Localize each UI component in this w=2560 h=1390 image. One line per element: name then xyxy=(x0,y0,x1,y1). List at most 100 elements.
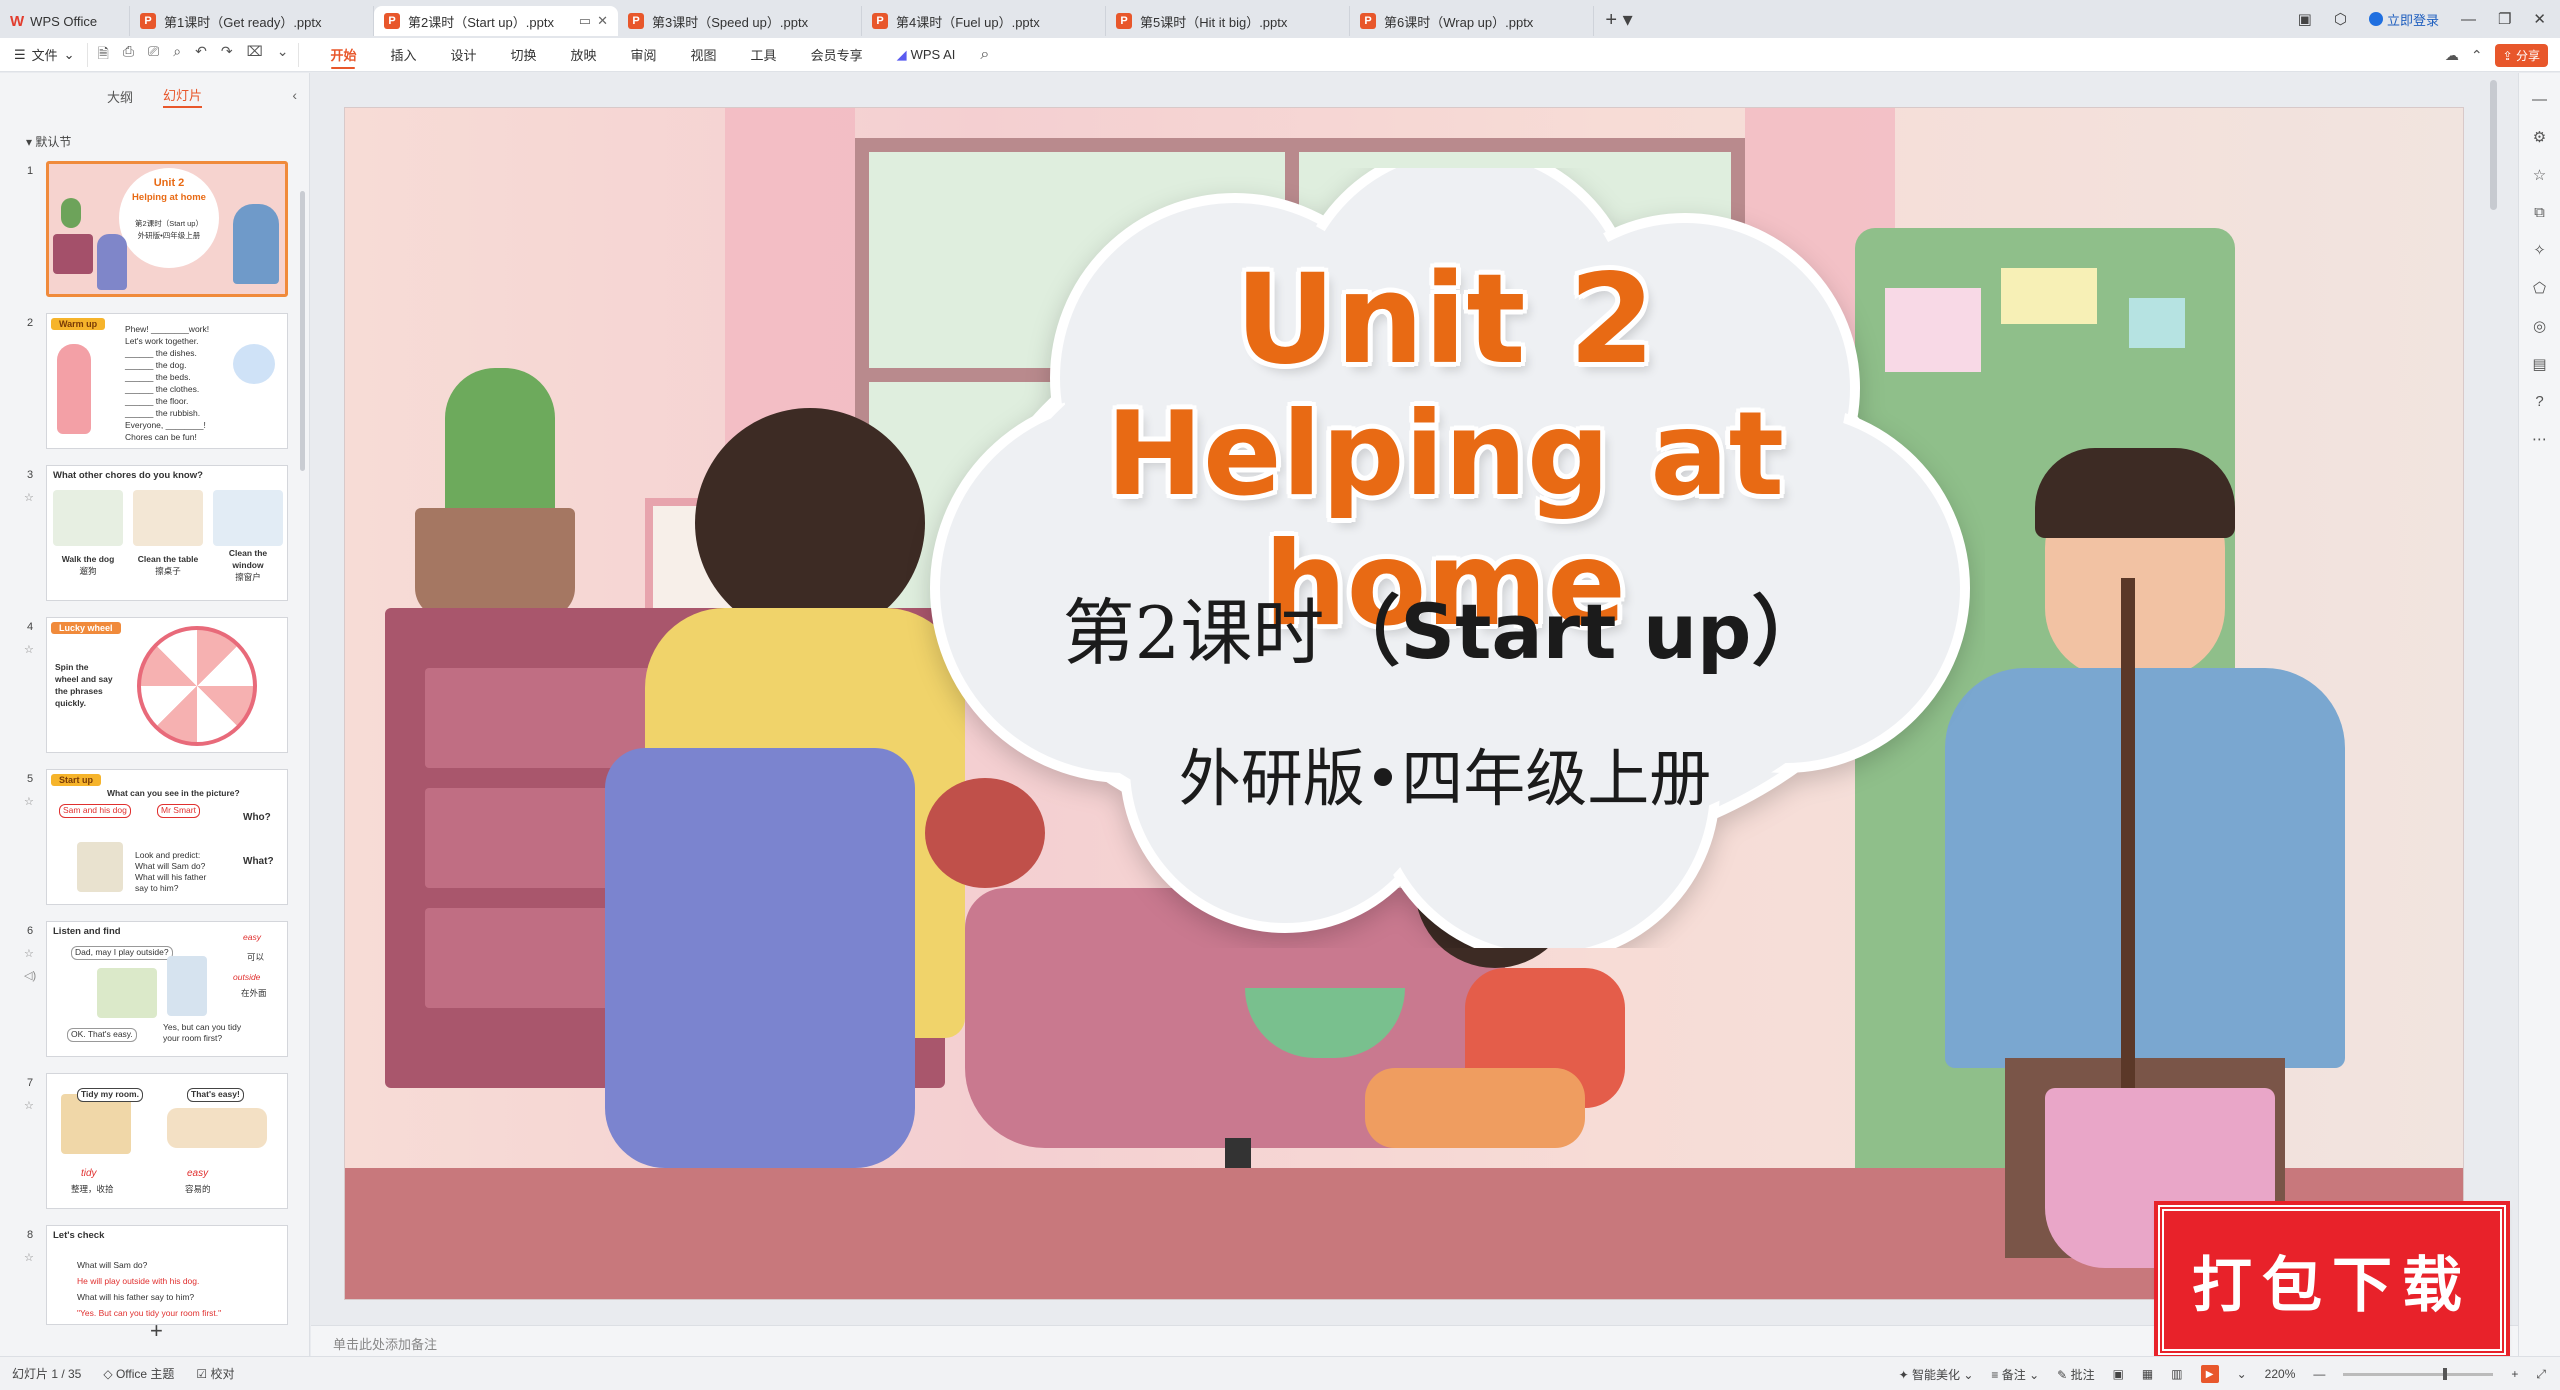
restore-icon[interactable]: ❐ xyxy=(2498,10,2511,28)
slide-thumbnail[interactable]: Start up What can you see in the picture… xyxy=(46,769,288,905)
tab-document-active[interactable]: P 第2课时（Start up）.pptx ▭ ✕ xyxy=(374,6,618,36)
menu-insert[interactable]: 插入 xyxy=(373,38,433,72)
shape-icon[interactable]: ⬠ xyxy=(2533,279,2546,297)
animation-icon[interactable]: ◎ xyxy=(2533,317,2546,335)
zoom-slider-thumb[interactable] xyxy=(2443,1367,2448,1380)
menu-home[interactable]: 开始 xyxy=(313,38,373,72)
tab-document[interactable]: P 第6课时（Wrap up）.pptx xyxy=(1350,6,1594,36)
tab-document[interactable]: P 第1课时（Get ready）.pptx xyxy=(130,6,374,36)
cube-icon[interactable]: ⬡ xyxy=(2334,10,2347,28)
slide-thumbnail[interactable]: Tidy my room. That's easy! tidy easy 整理，… xyxy=(46,1073,288,1209)
slide-thumbnail[interactable]: Listen and find Dad, may I play outside?… xyxy=(46,921,288,1057)
slide-thumbnail[interactable]: What other chores do you know? Walk the … xyxy=(46,465,288,601)
minimize-icon[interactable]: — xyxy=(2461,11,2476,28)
menu-view[interactable]: 视图 xyxy=(674,38,734,72)
download-stamp[interactable]: 打包下载 xyxy=(2154,1201,2510,1359)
slide-thumbnail-row[interactable]: 1 Unit 2 Helping at home 第2课时（Start up） … xyxy=(0,161,300,301)
menu-review[interactable]: 审阅 xyxy=(614,38,674,72)
proof-button[interactable]: ☑ 校对 xyxy=(196,1365,234,1382)
add-slide-button[interactable]: + xyxy=(150,1318,163,1344)
share-button[interactable]: ⇪ 分享 xyxy=(2494,44,2548,67)
tab-slides[interactable]: 幻灯片 xyxy=(163,85,203,108)
play-slideshow-icon[interactable]: ▶ xyxy=(2200,1365,2219,1383)
minus-icon[interactable]: — xyxy=(2532,91,2547,108)
magic-wand-icon[interactable]: ✧ xyxy=(2533,241,2546,259)
comments-button[interactable]: ✎ 批注 xyxy=(2057,1366,2094,1383)
slide-thumbnail-row[interactable]: 5 ☆ Start up What can you see in the pic… xyxy=(0,769,300,909)
menu-member[interactable]: 会员专享 xyxy=(794,38,880,72)
login-button[interactable]: 立即登录 xyxy=(2368,10,2439,29)
caret-down-icon: ▾ xyxy=(26,135,33,149)
collapse-panel-icon[interactable]: ‹ xyxy=(292,87,297,103)
chevron-down-icon[interactable]: ⌄ xyxy=(2237,1367,2247,1381)
chevron-down-icon[interactable]: ⌄ xyxy=(277,43,289,67)
zoom-level[interactable]: 220% xyxy=(2265,1367,2296,1381)
search-icon[interactable]: ⌕ xyxy=(980,46,989,64)
section-label: 默认节 xyxy=(35,135,72,149)
menu-transition[interactable]: 切换 xyxy=(493,38,553,72)
menu-wps-ai[interactable]: ◢ WPS AI xyxy=(880,38,973,72)
slide-thumbnail-row[interactable]: 6 ☆ ◁) Listen and find Dad, may I play o… xyxy=(0,921,300,1061)
more-icon[interactable]: ⋯ xyxy=(2532,430,2547,448)
menu-slideshow[interactable]: 放映 xyxy=(554,38,614,72)
adjust-icon[interactable]: ⚙ xyxy=(2533,128,2546,146)
ppt-file-icon: P xyxy=(1116,13,1132,29)
slide-thumbnail[interactable]: Lucky wheel Spin the wheel and say the p… xyxy=(46,617,288,753)
thumb-line: wheel and say xyxy=(55,674,113,684)
file-menu[interactable]: ☰ 文件 ⌄ xyxy=(0,45,87,64)
copy-icon[interactable]: ⧉ xyxy=(2534,204,2545,221)
slide-thumbnail[interactable]: Warm up Phew! ________work! Let's work t… xyxy=(46,313,288,449)
zoom-slider[interactable] xyxy=(2343,1367,2494,1380)
zoom-out-icon[interactable]: — xyxy=(2313,1367,2325,1381)
tab-document[interactable]: P 第5课时（Hit it big）.pptx xyxy=(1106,6,1350,36)
export-icon[interactable]: ⎙ xyxy=(123,43,134,67)
menu-design[interactable]: 设计 xyxy=(433,38,493,72)
section-header[interactable]: ▾ 默认节 xyxy=(0,119,309,150)
zoom-in-icon[interactable]: + xyxy=(2511,1367,2518,1381)
reading-view-icon[interactable]: ▥ xyxy=(2171,1367,2182,1381)
help-icon[interactable]: ? xyxy=(2535,393,2543,410)
tab-wps-home[interactable]: W WPS Office xyxy=(0,6,130,36)
slide-title-unit[interactable]: Unit 2 xyxy=(905,250,1985,390)
save-icon[interactable]: 🗎 xyxy=(98,43,109,67)
slide-counter: 幻灯片 1 / 35 xyxy=(12,1367,82,1381)
tab-document[interactable]: P 第3课时（Speed up）.pptx xyxy=(618,6,862,36)
undo-icon[interactable]: ↶ xyxy=(195,43,207,67)
publisher-line[interactable]: 外研版•四年级上册 xyxy=(905,728,1985,818)
canvas-scrollbar[interactable] xyxy=(2490,80,2497,210)
new-tab-button[interactable]: + ▾ xyxy=(1604,7,1634,32)
slide-thumbnail-row[interactable]: 4 ☆ Lucky wheel Spin the wheel and say t… xyxy=(0,617,300,757)
book-icon[interactable]: ▤ xyxy=(2532,355,2546,373)
slide-thumbnail-row[interactable]: 2 Warm up Phew! ________work! Let's work… xyxy=(0,313,300,453)
close-icon[interactable]: ✕ xyxy=(597,13,608,29)
theme-button[interactable]: ◇ Office 主题 xyxy=(103,1365,174,1382)
tab-outline[interactable]: 大纲 xyxy=(107,87,133,106)
star-icon[interactable]: ☆ xyxy=(2533,166,2546,184)
notes-button[interactable]: ≡ 备注 ⌄ xyxy=(1991,1366,2039,1383)
print-icon[interactable]: ⎚ xyxy=(148,43,159,67)
menu-tools[interactable]: 工具 xyxy=(734,38,794,72)
mother-apron xyxy=(605,748,915,1168)
slide-thumbnail[interactable]: Let's check What will Sam do? He will pl… xyxy=(46,1225,288,1325)
slide-thumbnail-row[interactable]: 7 ☆ Tidy my room. That's easy! tidy easy… xyxy=(0,1073,300,1213)
slide-thumbnail-row[interactable]: 8 ☆ Let's check What will Sam do? He wil… xyxy=(0,1225,300,1365)
fit-window-icon[interactable]: ⤢ xyxy=(2536,1367,2546,1382)
collapse-ribbon-icon[interactable]: ⌃ xyxy=(2471,47,2483,64)
normal-view-icon[interactable]: ▣ xyxy=(2113,1367,2124,1381)
screen-icon[interactable]: ▭ xyxy=(579,13,591,29)
tab-document[interactable]: P 第4课时（Fuel up）.pptx xyxy=(862,6,1106,36)
close-window-icon[interactable]: ✕ xyxy=(2533,10,2546,28)
beautify-button[interactable]: ✦ 智能美化 ⌄ xyxy=(1899,1366,1974,1383)
sorter-view-icon[interactable]: ▦ xyxy=(2142,1367,2153,1381)
cloud-icon[interactable]: ☁ xyxy=(2445,47,2459,64)
slide-thumbnail-row[interactable]: 3 ☆ What other chores do you know? Walk … xyxy=(0,465,300,605)
thumb-line: 外研版•四年级上册 xyxy=(137,231,201,240)
redo-icon[interactable]: ↷ xyxy=(221,43,233,67)
lesson-line[interactable]: 第2课时（Start up） xyxy=(905,570,1985,680)
format-painter-icon[interactable]: ⌧ xyxy=(247,43,263,67)
preview-icon[interactable]: ⌕ xyxy=(173,43,181,67)
slide-thumbnail[interactable]: Unit 2 Helping at home 第2课时（Start up） 外研… xyxy=(46,161,288,297)
panel-scrollbar[interactable] xyxy=(300,191,305,471)
current-slide[interactable]: Unit 2 Helping at home 第2课时（Start up） 外研… xyxy=(344,107,2464,1300)
window-layout-icon[interactable]: ▣ xyxy=(2298,10,2312,28)
